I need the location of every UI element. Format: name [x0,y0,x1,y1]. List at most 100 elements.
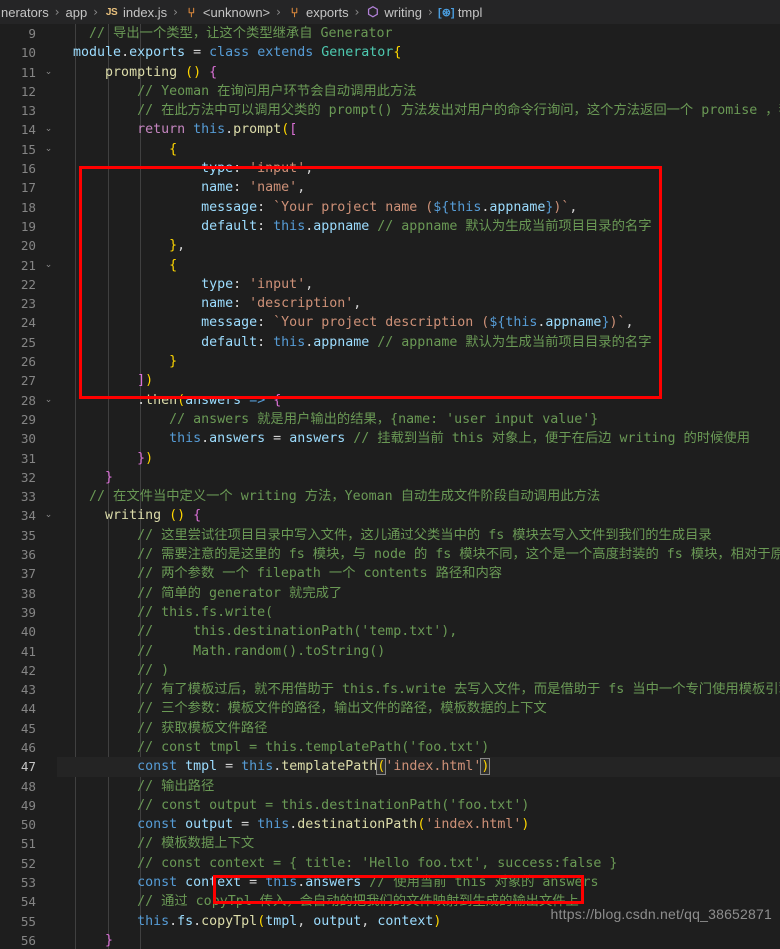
fold-chevron-icon[interactable]: ⌄ [40,391,57,410]
code-text[interactable]: type: 'input', [57,159,780,178]
code-text[interactable]: } [57,352,780,371]
code-line[interactable]: 17 name: 'name', [0,178,780,197]
code-text[interactable]: writing () { [57,506,780,525]
code-line[interactable]: 18 message: `Your project name (${this.a… [0,198,780,217]
code-text[interactable]: // const context = { title: 'Hello foo.t… [57,854,780,873]
code-line[interactable]: 38 // 简单的 generator 就完成了 [0,584,780,603]
fold-chevron-icon[interactable]: ⌄ [40,140,57,159]
breadcrumb-item-exports[interactable]: ⑂ exports [286,5,350,20]
code-editor[interactable]: 9 // 导出一个类型，让这个类型继承自 Generator 10 module.… [0,24,780,949]
code-line[interactable]: 23 name: 'description', [0,294,780,313]
code-line[interactable]: 47 const tmpl = this.templatePath('index… [0,757,780,777]
code-text[interactable]: name: 'name', [57,178,780,197]
code-text[interactable]: type: 'input', [57,275,780,294]
code-text[interactable]: // 三个参数：模板文件的路径，输出文件的路径，模板数据的上下文 [57,699,780,718]
code-line[interactable]: 25 default: this.appname // appname 默认为生… [0,333,780,352]
code-line[interactable]: 14 ⌄ return this.prompt([ [0,120,780,139]
code-text[interactable]: .then(answers => { [57,391,780,410]
code-line[interactable]: 31 }) [0,449,780,468]
code-line[interactable]: 28 ⌄ .then(answers => { [0,391,780,410]
code-line[interactable]: 29 // answers 就是用户输出的结果，{name: 'user inp… [0,410,780,429]
code-text[interactable]: module.exports = class extends Generator… [57,43,780,62]
fold-chevron-icon[interactable]: ⌄ [40,120,57,139]
code-text[interactable]: // this.destinationPath('temp.txt'), [57,622,780,641]
code-text[interactable]: // 这里尝试往项目目录中写入文件，这儿通过父类当中的 fs 模块去写入文件到我… [57,526,780,545]
code-line[interactable]: 12 // Yeoman 在询问用户环节会自动调用此方法 [0,82,780,101]
code-line[interactable]: 26 } [0,352,780,371]
code-line[interactable]: 19 default: this.appname // appname 默认为生… [0,217,780,236]
code-text[interactable]: // 在文件当中定义一个 writing 方法，Yeoman 自动生成文件阶段自… [57,487,780,506]
code-line[interactable]: 13 // 在此方法中可以调用父类的 prompt() 方法发出对用户的命令行询… [0,101,780,120]
code-line[interactable]: 44 // 三个参数：模板文件的路径，输出文件的路径，模板数据的上下文 [0,699,780,718]
code-text[interactable]: name: 'description', [57,294,780,313]
code-line[interactable]: 15 ⌄ { [0,140,780,159]
code-line[interactable]: 32 } [0,468,780,487]
code-line[interactable]: 50 const output = this.destinationPath('… [0,815,780,834]
breadcrumb-item-index-js[interactable]: JS index.js [103,5,168,20]
code-line[interactable]: 40 // this.destinationPath('temp.txt'), [0,622,780,641]
code-line[interactable]: 36 // 需要注意的是这里的 fs 模块，与 node 的 fs 模块不同，这… [0,545,780,564]
code-text[interactable]: const output = this.destinationPath('ind… [57,815,780,834]
code-line[interactable]: 16 type: 'input', [0,159,780,178]
code-text[interactable]: // 两个参数 一个 filepath 一个 contents 路径和内容 [57,564,780,583]
code-text[interactable]: // 导出一个类型，让这个类型继承自 Generator [57,24,780,43]
code-text[interactable]: this.answers = answers // 挂载到当前 this 对象上… [57,429,780,448]
code-text[interactable]: prompting () { [57,63,780,82]
code-line[interactable]: 21 ⌄ { [0,256,780,275]
code-text[interactable]: // 模板数据上下文 [57,834,780,853]
code-text[interactable]: // ) [57,661,780,680]
code-text[interactable]: // 简单的 generator 就完成了 [57,584,780,603]
code-text[interactable]: message: `Your project name (${this.appn… [57,198,780,217]
code-text[interactable]: return this.prompt([ [57,120,780,139]
code-line[interactable]: 52 // const context = { title: 'Hello fo… [0,854,780,873]
code-text[interactable]: // Math.random().toString() [57,642,780,661]
code-text[interactable]: // const output = this.destinationPath('… [57,796,780,815]
breadcrumb-item-tmpl[interactable]: [⊛] tmpl [438,5,484,20]
breadcrumb-item-writing[interactable]: ⬡ writing [364,4,423,20]
code-line[interactable]: 56 } [0,931,780,949]
fold-chevron-icon[interactable]: ⌄ [40,63,57,82]
code-line[interactable]: 37 // 两个参数 一个 filepath 一个 contents 路径和内容 [0,564,780,583]
code-text[interactable]: }) [57,449,780,468]
code-line[interactable]: 43 // 有了模板过后，就不用借助于 this.fs.write 去写入文件，… [0,680,780,699]
code-line[interactable]: 51 // 模板数据上下文 [0,834,780,853]
code-lines[interactable]: 9 // 导出一个类型，让这个类型继承自 Generator 10 module.… [0,24,780,949]
fold-chevron-icon[interactable]: ⌄ [40,256,57,275]
code-line[interactable]: 42 // ) [0,661,780,680]
code-text[interactable]: }, [57,236,780,255]
code-text[interactable]: // Yeoman 在询问用户环节会自动调用此方法 [57,82,780,101]
code-text[interactable]: // 有了模板过后，就不用借助于 this.fs.write 去写入文件，而是借… [57,680,780,699]
breadcrumb-item-unknown[interactable]: ⑂ <unknown> [183,5,271,20]
code-line[interactable]: 20 }, [0,236,780,255]
code-text[interactable]: // const tmpl = this.templatePath('foo.t… [57,738,780,757]
code-text[interactable]: ]) [57,371,780,390]
code-line[interactable]: 53 const context = this.answers // 使用当前 … [0,873,780,892]
code-text[interactable]: // 获取模板文件路径 [57,719,780,738]
code-text[interactable]: { [57,256,780,275]
code-line[interactable]: 22 type: 'input', [0,275,780,294]
breadcrumb-item-app[interactable]: app [65,5,89,20]
code-line[interactable]: 11 ⌄ prompting () { [0,63,780,82]
code-text[interactable]: // this.fs.write( [57,603,780,622]
code-text[interactable]: } [57,931,780,949]
code-line[interactable]: 33 // 在文件当中定义一个 writing 方法，Yeoman 自动生成文件… [0,487,780,506]
code-text[interactable]: // 输出路径 [57,777,780,796]
code-line[interactable]: 10 module.exports = class extends Genera… [0,43,780,62]
code-text[interactable]: { [57,140,780,159]
code-line[interactable]: 24 message: `Your project description ($… [0,313,780,332]
code-text[interactable]: // 需要注意的是这里的 fs 模块，与 node 的 fs 模块不同，这个是一… [57,545,780,564]
code-text[interactable]: default: this.appname // appname 默认为生成当前… [57,333,780,352]
code-text[interactable]: default: this.appname // appname 默认为生成当前… [57,217,780,236]
code-text[interactable]: // 在此方法中可以调用父类的 prompt() 方法发出对用户的命令行询问，这… [57,101,780,120]
code-text[interactable]: } [57,468,780,487]
code-text[interactable]: message: `Your project description (${th… [57,313,780,332]
code-text[interactable]: // answers 就是用户输出的结果，{name: 'user input … [57,410,780,429]
code-line[interactable]: 48 // 输出路径 [0,777,780,796]
breadcrumb-item-nerators[interactable]: nerators [0,5,50,20]
code-line[interactable]: 34 ⌄ writing () { [0,506,780,525]
code-line[interactable]: 41 // Math.random().toString() [0,642,780,661]
code-line[interactable]: 35 // 这里尝试往项目目录中写入文件，这儿通过父类当中的 fs 模块去写入文… [0,526,780,545]
code-text[interactable]: const context = this.answers // 使用当前 thi… [57,873,780,892]
code-line[interactable]: 49 // const output = this.destinationPat… [0,796,780,815]
code-line[interactable]: 39 // this.fs.write( [0,603,780,622]
